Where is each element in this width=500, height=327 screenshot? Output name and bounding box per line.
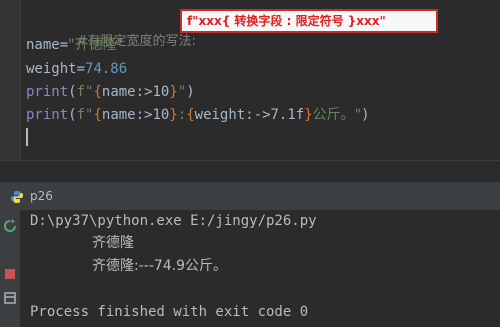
panel-divider[interactable]: [0, 160, 500, 183]
fstring-expr: weight:->7.1f: [194, 107, 305, 123]
rerun-icon[interactable]: [3, 218, 17, 232]
console-output[interactable]: D:\py37\python.exe E:/jingy/p26.py 齐德隆 齐…: [20, 210, 500, 327]
fstring-literal: :: [177, 107, 187, 123]
code-line-weight: weight=74.86: [26, 58, 127, 80]
fstring-brace: }: [304, 107, 313, 123]
code-editor[interactable]: #有限定宽度的写法: name="齐德隆" weight=74.86 print…: [0, 0, 500, 160]
fstring-brace: {: [93, 84, 102, 100]
run-tool-window-header: p26: [0, 182, 500, 211]
var-name: name: [26, 37, 60, 53]
fstring-end: ": [177, 84, 187, 100]
code-line-comment: #有限定宽度的写法:: [26, 8, 196, 49]
paren-open: (: [68, 107, 77, 123]
code-line-print-weight: print(f"{name:>10}:{weight:->7.1f}公斤。"): [26, 104, 370, 126]
fstring-prefix: f": [76, 107, 94, 123]
editor-gutter: [0, 0, 21, 160]
var-weight: weight: [26, 61, 77, 77]
paren-close: ): [361, 107, 370, 123]
fstring-brace: }: [169, 84, 178, 100]
console-output-line: 齐德隆: [92, 235, 134, 251]
ide-window: #有限定宽度的写法: name="齐德隆" weight=74.86 print…: [0, 0, 500, 327]
paren-close: ): [186, 84, 195, 100]
console-exit-line: Process finished with exit code 0: [30, 304, 309, 320]
python-icon: [10, 189, 24, 203]
assign-op: =: [59, 37, 69, 53]
text-caret: [26, 128, 28, 146]
fstring-brace: {: [93, 107, 102, 123]
fstring-expr: name:>10: [101, 107, 170, 123]
fstring-brace: {: [186, 107, 195, 123]
paren-open: (: [68, 84, 77, 100]
run-tab-p26[interactable]: p26: [30, 186, 53, 206]
console-output-line: 齐德隆:---74.9公斤。: [92, 255, 227, 277]
run-side-toolbar: [0, 210, 21, 327]
string-literal: "齐德隆": [68, 37, 124, 53]
code-line-print-name: print(f"{name:>10}"): [26, 81, 195, 103]
print-builtin: print: [26, 84, 69, 100]
stop-icon[interactable]: [3, 266, 17, 280]
console-command-line: D:\py37\python.exe E:/jingy/p26.py: [30, 213, 317, 229]
layout-icon[interactable]: [3, 290, 17, 304]
annotation-callout: f"xxx{ 转换字段 : 限定符号 }xxx": [180, 9, 438, 33]
assign-op: =: [76, 61, 86, 77]
number-literal: 74.86: [85, 61, 128, 77]
fstring-prefix: f": [76, 84, 94, 100]
print-builtin: print: [26, 107, 69, 123]
console-output-text: 齐德隆:---74.9公斤。: [92, 258, 228, 274]
fstring-tail: 公斤。": [312, 107, 362, 123]
fstring-brace: }: [169, 107, 178, 123]
code-line-name: name="齐德隆": [26, 34, 123, 56]
fstring-expr: name:>10: [101, 84, 170, 100]
